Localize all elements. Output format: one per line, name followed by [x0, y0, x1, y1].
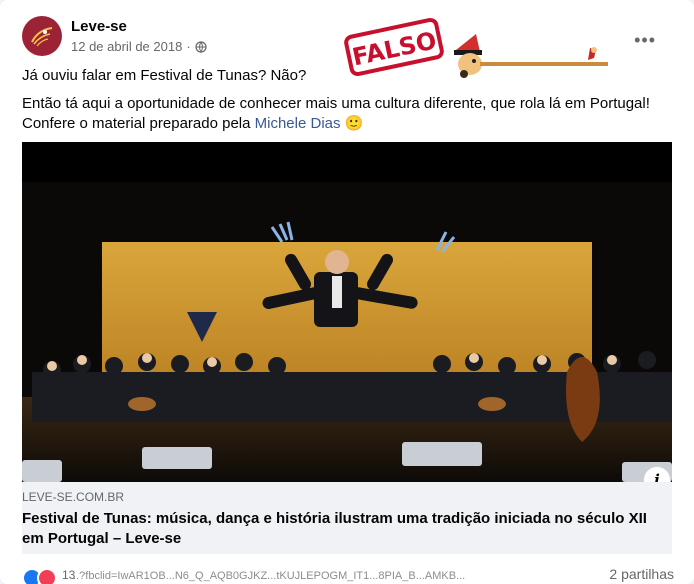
- page-name-link[interactable]: Leve-se: [71, 18, 127, 35]
- post-text: Já ouviu falar em Festival de Tunas? Não…: [22, 66, 672, 142]
- post-meta: 12 de abril de 2018 ·: [71, 39, 207, 54]
- logo-icon: [31, 27, 53, 47]
- link-preview[interactable]: LEVE-SE.COM.BR Festival de Tunas: música…: [22, 482, 672, 554]
- reactions-summary[interactable]: 13: [22, 568, 75, 584]
- link-domain: LEVE-SE.COM.BR: [22, 490, 125, 504]
- post-footer: 13 ...?fbclid=IwAR1OB...N6_Q_AQB0GJKZ...…: [22, 566, 682, 584]
- shares-count[interactable]: 2 partilhas: [609, 566, 674, 582]
- post-paragraph-1: Já ouviu falar em Festival de Tunas? Não…: [22, 67, 307, 84]
- post-card: Leve-se 12 de abril de 2018 · ••• FALSO …: [0, 0, 694, 584]
- tuna-performance-image: [22, 142, 672, 482]
- link-title[interactable]: Festival de Tunas: música, dança e histó…: [22, 509, 672, 549]
- mention-link[interactable]: Michele Dias: [255, 115, 341, 132]
- more-options-button[interactable]: •••: [634, 30, 656, 51]
- love-reaction-icon: [37, 568, 57, 584]
- tracking-url-text: ...?fbclid=IwAR1OB...N6_Q_AQB0GJKZ...tKU…: [70, 570, 466, 582]
- page-avatar[interactable]: [22, 16, 62, 56]
- post-paragraph-2: Então tá aqui a oportunidade de conhecer…: [22, 95, 650, 132]
- post-date[interactable]: 12 de abril de 2018: [71, 39, 182, 54]
- globe-icon: [195, 40, 207, 53]
- post-photo[interactable]: [22, 142, 672, 482]
- smile-emoji: 🙂: [344, 115, 364, 132]
